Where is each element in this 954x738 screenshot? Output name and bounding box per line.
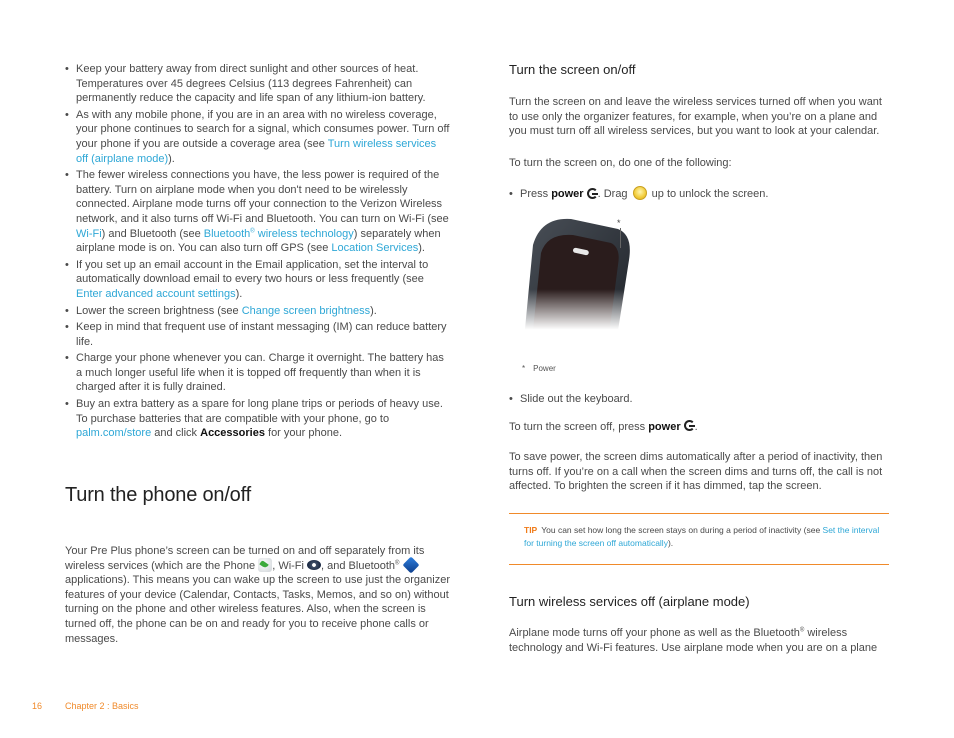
power-callout-marker: *	[617, 218, 621, 228]
tip-box: TIP You can set how long the screen stays…	[509, 513, 889, 565]
tip-text: TIP You can set how long the screen stays…	[524, 524, 884, 549]
bullet-dot: •	[65, 304, 69, 317]
bullet-dot: •	[65, 63, 69, 75]
intro-text: , and Bluetooth	[321, 559, 396, 572]
callout-line	[620, 228, 621, 248]
tip-body: You can set how long the screen stays on…	[541, 525, 823, 535]
list-item: • If you set up an email account in the E…	[65, 258, 450, 302]
bullet-dot: •	[509, 188, 513, 201]
intro-text: , Wi-Fi	[272, 559, 308, 572]
cross-reference-link[interactable]: palm.com/store	[76, 427, 151, 439]
list-item: • Press power . Drag up to unlock the scre…	[509, 186, 894, 202]
battery-tips-list: • Keep your battery away from direct sunl…	[65, 62, 450, 441]
cross-reference-link[interactable]: Wi-Fi	[76, 228, 102, 240]
tip-label: TIP	[524, 525, 538, 535]
image-caption: * Power	[522, 364, 556, 373]
cross-reference-link[interactable]: Enter advanced account settings	[76, 288, 236, 300]
screen-on-off-continued: • Slide out the keyboard. To turn the scr…	[509, 392, 894, 494]
list-item: • Keep in mind that frequent use of insta…	[65, 320, 450, 349]
bullet-text: ).	[370, 304, 377, 317]
screen-para-1: Turn the screen on and leave the wireles…	[509, 96, 882, 138]
list-item: • The fewer wireless connections you have…	[65, 168, 450, 256]
screen-para-3: To save power, the screen dims automatic…	[509, 451, 883, 493]
text: To turn the screen off, press	[509, 420, 649, 433]
text: Airplane mode turns off your phone as we…	[509, 627, 800, 639]
power-icon	[586, 187, 598, 199]
phone-image	[523, 215, 643, 350]
power-key-label: power	[648, 420, 681, 433]
screen-off-instruction: To turn the screen off, press power.	[509, 420, 894, 435]
list-item: • Buy an extra battery as a spare for lon…	[65, 397, 450, 441]
bullet-dot: •	[65, 169, 69, 182]
bullet-text: . Drag	[597, 188, 631, 201]
section-title-screen-on-off: Turn the screen on/off	[509, 62, 636, 77]
right-column: Turn the screen on/off Turn the screen o…	[509, 62, 894, 204]
chapter-label: Chapter 2 : Basics	[65, 701, 139, 711]
cross-reference-link[interactable]: Change screen brightness	[242, 305, 370, 317]
caption-text: Power	[533, 364, 556, 373]
list-item: • Keep your battery away from direct sunl…	[65, 62, 450, 106]
tip-body-end: ).	[667, 537, 674, 548]
bluetooth-app-icon	[402, 556, 420, 574]
bullet-text: ) and Bluetooth (see	[101, 227, 204, 240]
text: .	[694, 420, 698, 433]
bullet-text: for your phone.	[264, 427, 343, 440]
bullet-text: Keep in mind that frequent use of instan…	[76, 321, 447, 348]
bullet-text: ).	[418, 242, 425, 255]
list-item: • Lower the screen brightness (see Change…	[65, 304, 450, 319]
bullet-text: Buy an extra battery as a spare for long…	[76, 398, 443, 425]
bullet-text: up to unlock the screen.	[648, 188, 769, 201]
screen-on-list-continued: • Slide out the keyboard.	[509, 392, 894, 407]
bullet-dot: •	[65, 352, 69, 365]
left-column: • Keep your battery away from direct sunl…	[65, 62, 450, 443]
bullet-text: Lower the screen brightness (see	[76, 304, 242, 317]
intro-text: applications). This means you can wake u…	[65, 574, 451, 645]
section-title-airplane-mode: Turn wireless services off (airplane mod…	[509, 594, 750, 609]
bullet-dot: •	[65, 398, 69, 411]
wifi-app-icon	[307, 559, 322, 570]
list-item: • Charge your phone whenever you can. Cha…	[65, 351, 450, 395]
phone-app-icon	[258, 557, 273, 572]
bullet-text: Charge your phone whenever you can. Char…	[76, 352, 444, 394]
power-key-label: power	[551, 188, 584, 201]
bullet-text: ).	[235, 287, 243, 300]
page-number: 16	[32, 701, 43, 711]
unlock-icon	[632, 186, 647, 201]
bullet-text: and click	[151, 427, 201, 440]
list-item: • Slide out the keyboard.	[509, 392, 894, 407]
bullet-dot: •	[509, 393, 513, 405]
caption-marker: *	[522, 364, 526, 373]
bullet-text: Keep your battery away from direct sunli…	[76, 63, 426, 105]
bullet-dot: •	[65, 258, 69, 271]
bullet-text: If you set up an email account in the Em…	[76, 258, 429, 286]
screen-on-list: • Press power . Drag up to unlock the scre…	[509, 186, 894, 202]
registered-mark: ®	[395, 559, 400, 566]
bullet-dot: •	[65, 321, 69, 334]
bullet-text: Slide out the keyboard.	[520, 393, 633, 405]
airplane-section: Turn wireless services off (airplane mod…	[509, 594, 894, 655]
bullet-text: The fewer wireless connections you have,…	[76, 169, 449, 225]
section-title-phone-on-off: Turn the phone on/off	[65, 484, 251, 506]
bold-label: Accessories	[200, 427, 265, 440]
screen-para-2: To turn the screen on, do one of the fol…	[509, 156, 732, 169]
list-item: • As with any mobile phone, if you are in…	[65, 108, 450, 166]
bullet-text: Press	[520, 188, 552, 201]
bullet-dot: •	[65, 108, 69, 121]
cross-reference-link[interactable]: Location Services	[331, 242, 418, 254]
bullet-text: ).	[168, 152, 175, 165]
phone-on-off-intro: Your Pre Plus phone’s screen can be turn…	[65, 544, 450, 646]
cross-reference-link[interactable]: Bluetooth® wireless technology	[204, 228, 354, 240]
power-icon	[683, 420, 695, 432]
airplane-para: Airplane mode turns off your phone as we…	[509, 626, 894, 655]
